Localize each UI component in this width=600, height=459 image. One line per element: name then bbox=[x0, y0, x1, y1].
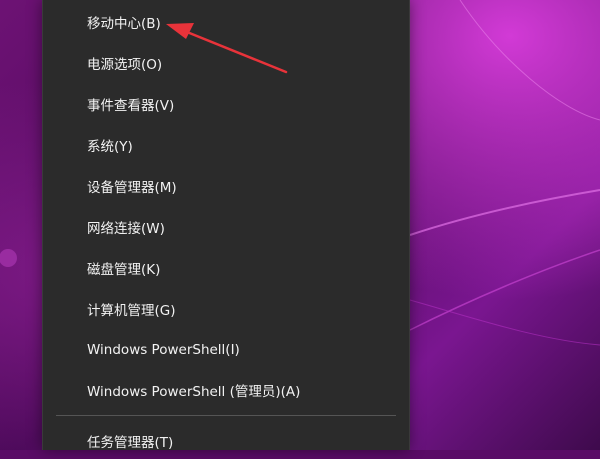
menu-item-system[interactable]: 系统(Y) bbox=[43, 127, 409, 163]
menu-item-computer-management[interactable]: 计算机管理(G) bbox=[43, 291, 409, 327]
menu-item-powershell-admin[interactable]: Windows PowerShell (管理员)(A) bbox=[43, 372, 409, 408]
menu-item-network-connections[interactable]: 网络连接(W) bbox=[43, 209, 409, 245]
menu-item-disk-management[interactable]: 磁盘管理(K) bbox=[43, 250, 409, 286]
menu-separator bbox=[56, 415, 396, 416]
menu-item-mobility-center[interactable]: 移动中心(B) bbox=[43, 4, 409, 40]
menu-item-task-manager[interactable]: 任务管理器(T) bbox=[43, 423, 409, 459]
menu-item-event-viewer[interactable]: 事件查看器(V) bbox=[43, 86, 409, 122]
winx-context-menu: 移动中心(B) 电源选项(O) 事件查看器(V) 系统(Y) 设备管理器(M) … bbox=[42, 0, 410, 451]
menu-item-powershell[interactable]: Windows PowerShell(I) bbox=[43, 332, 409, 368]
menu-item-power-options[interactable]: 电源选项(O) bbox=[43, 45, 409, 81]
menu-item-device-manager[interactable]: 设备管理器(M) bbox=[43, 168, 409, 204]
